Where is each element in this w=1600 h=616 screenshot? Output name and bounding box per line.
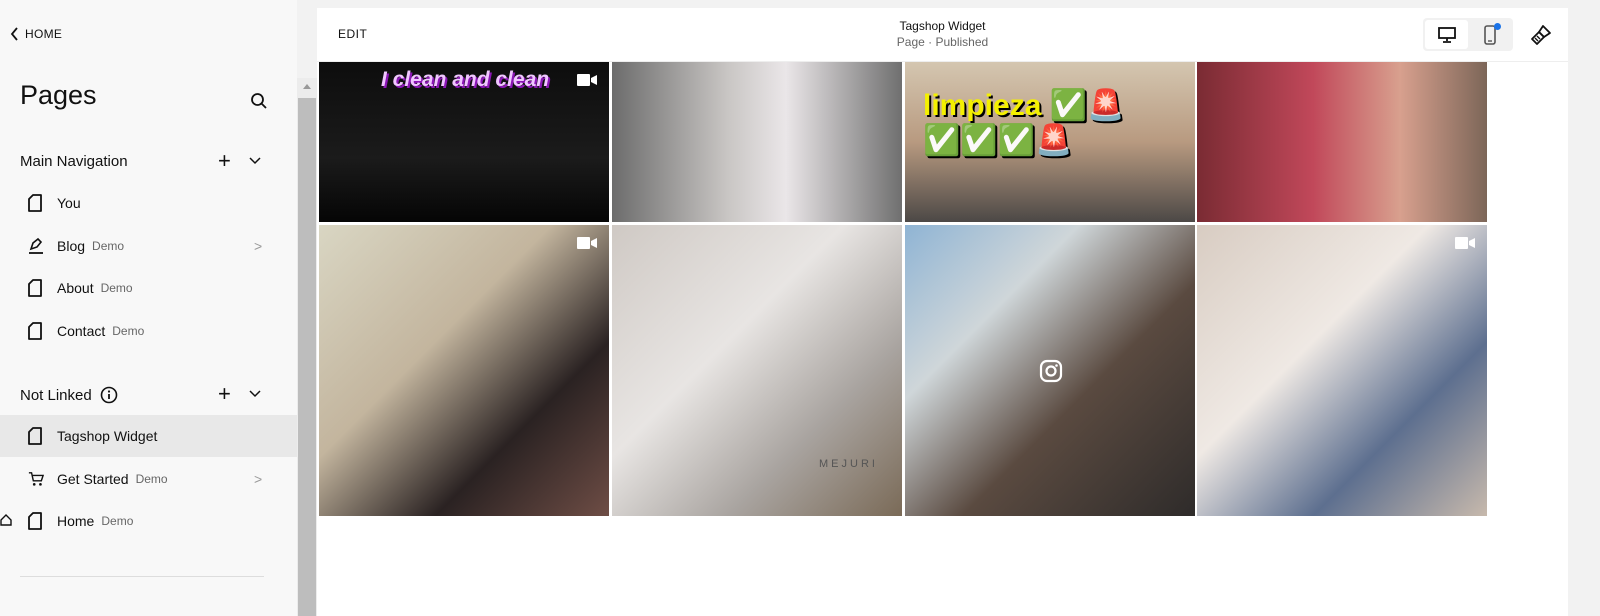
chevron-left-icon xyxy=(10,27,18,41)
blog-pen-icon xyxy=(28,237,44,255)
page-item-tagshop-widget[interactable]: Tagshop Widget xyxy=(0,415,297,457)
chevron-right-icon[interactable]: > xyxy=(254,238,262,254)
instagram-icon xyxy=(1039,359,1063,383)
gallery-tile[interactable]: I clean and clean xyxy=(319,62,609,222)
demo-badge: Demo xyxy=(100,281,133,295)
page-status: Page · Published xyxy=(896,35,989,49)
desktop-view-button[interactable] xyxy=(1425,20,1468,49)
page-item-contact[interactable]: Contact Demo xyxy=(0,310,297,352)
page-label: About xyxy=(57,280,94,296)
pages-sidebar: HOME Pages Main Navigation + Not Linked … xyxy=(0,0,297,616)
page-item-get-started[interactable]: Get Started Demo > xyxy=(0,458,297,500)
back-label: HOME xyxy=(25,27,63,41)
tile-overlay-text: limpieza ✅🚨 ✅✅✅🚨 xyxy=(923,89,1125,157)
gallery-tile[interactable] xyxy=(319,225,609,516)
page-item-home[interactable]: Home Demo xyxy=(0,500,297,542)
page-label: You xyxy=(57,195,81,211)
desktop-icon xyxy=(1437,26,1456,43)
gallery-tile[interactable] xyxy=(1197,62,1487,222)
section-not-linked: Not Linked xyxy=(20,386,118,404)
chevron-down-icon[interactable] xyxy=(249,157,261,165)
demo-badge: Demo xyxy=(101,514,134,528)
chevron-down-icon[interactable] xyxy=(249,390,261,398)
section-main-navigation: Main Navigation xyxy=(20,153,128,170)
notification-dot xyxy=(1494,23,1501,30)
divider xyxy=(20,576,264,577)
back-home-link[interactable]: HOME xyxy=(10,27,62,41)
scrollbar[interactable] xyxy=(297,78,317,616)
editor-header: EDIT Tagshop Widget Page · Published xyxy=(317,8,1568,62)
search-icon[interactable] xyxy=(250,92,268,110)
gallery-tile[interactable] xyxy=(905,225,1195,516)
page-title: Pages xyxy=(20,80,97,110)
gallery-tile[interactable] xyxy=(612,62,902,222)
section-label: Main Navigation xyxy=(20,153,128,170)
page-icon xyxy=(28,279,44,297)
mobile-view-button[interactable] xyxy=(1468,20,1511,49)
page-item-you[interactable]: You xyxy=(0,182,297,224)
add-page-icon[interactable]: + xyxy=(218,150,231,172)
gallery-tile[interactable]: limpieza ✅🚨 ✅✅✅🚨 xyxy=(905,62,1195,222)
video-camera-icon xyxy=(577,237,597,249)
page-icon xyxy=(28,427,44,445)
demo-badge: Demo xyxy=(92,239,125,253)
tile-overlay-text: I clean and clean xyxy=(381,68,550,91)
tile-overlay-text: MEJURI xyxy=(819,458,878,470)
page-name: Tagshop Widget xyxy=(899,19,986,33)
gallery-tile[interactable]: MEJURI xyxy=(612,225,902,516)
page-icon xyxy=(28,512,44,530)
paintbrush-icon[interactable] xyxy=(1530,24,1552,46)
scrollbar-thumb[interactable] xyxy=(298,98,316,616)
page-label: Tagshop Widget xyxy=(57,428,158,444)
home-icon xyxy=(0,514,12,526)
page-item-blog[interactable]: Blog Demo > xyxy=(0,225,297,267)
page-label: Contact xyxy=(57,323,106,339)
add-page-icon[interactable]: + xyxy=(218,383,231,405)
device-toggle xyxy=(1423,18,1513,51)
page-label: Blog xyxy=(57,238,86,254)
demo-badge: Demo xyxy=(135,472,168,486)
page-label: Get Started xyxy=(57,471,129,487)
cart-icon xyxy=(28,470,44,488)
page-preview: EDIT Tagshop Widget Page · Published I c… xyxy=(317,8,1568,616)
page-label: Home xyxy=(57,513,95,529)
chevron-right-icon[interactable]: > xyxy=(254,471,262,487)
section-label: Not Linked xyxy=(20,386,92,404)
info-icon[interactable] xyxy=(100,386,118,404)
page-icon xyxy=(28,194,44,212)
video-camera-icon xyxy=(577,74,597,86)
video-camera-icon xyxy=(1455,237,1475,249)
gallery-tile[interactable] xyxy=(1197,225,1487,516)
scroll-up-icon[interactable] xyxy=(303,84,311,89)
demo-badge: Demo xyxy=(112,324,145,338)
page-icon xyxy=(28,322,44,340)
page-item-about[interactable]: About Demo xyxy=(0,267,297,309)
